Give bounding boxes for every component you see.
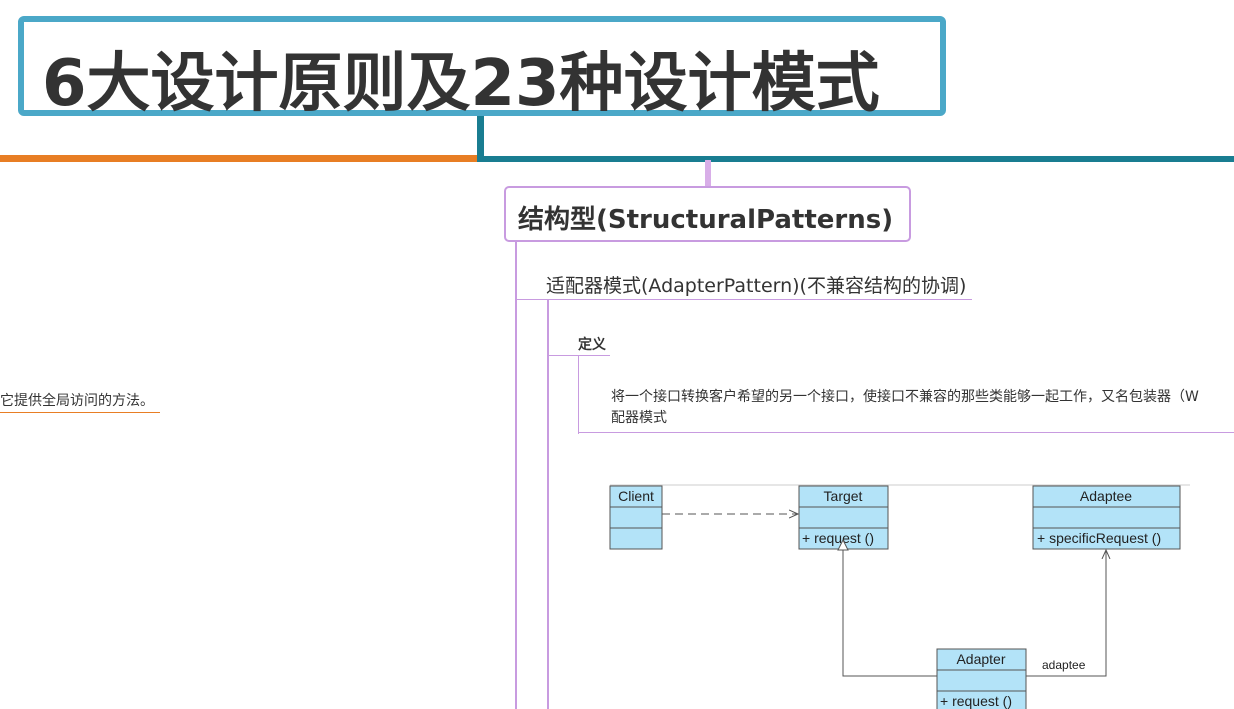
teal-branch-line (477, 156, 1234, 162)
left-branch-underline (0, 412, 160, 413)
uml-inheritance-arrow (843, 550, 937, 677)
structural-children-line (515, 242, 517, 709)
definition-topic[interactable]: 定义 (578, 334, 606, 354)
root-topic-title: 6大设计原则及23种设计模式 (42, 47, 880, 121)
adapter-pattern-topic[interactable]: 适配器模式(AdapterPattern)(不兼容结构的协调) (546, 271, 966, 298)
uml-class-adaptee-name: Adaptee (1080, 488, 1132, 504)
uml-class-target-method: + request () (802, 530, 874, 546)
definition-text-underline (579, 432, 1234, 433)
uml-association-label: adaptee (1042, 658, 1086, 672)
uml-class-client[interactable]: Client (609, 485, 663, 550)
adapter-children-line (547, 300, 549, 709)
uml-class-target[interactable]: Target + request () (798, 485, 889, 550)
left-branch-text[interactable]: 它提供全局访问的方法。 (0, 390, 154, 410)
uml-class-target-name: Target (824, 488, 863, 504)
structural-patterns-node[interactable]: 结构型(StructuralPatterns) (504, 186, 911, 242)
uml-class-adapter-name: Adapter (956, 651, 1005, 667)
definition-text-line-2: 配器模式 (611, 410, 667, 426)
uml-class-adaptee-method: + specificRequest () (1037, 530, 1161, 546)
definition-underline (548, 355, 610, 356)
uml-class-adapter-method: + request () (940, 693, 1012, 709)
uml-class-adapter[interactable]: Adapter + request () (936, 648, 1027, 709)
structural-connector (705, 160, 711, 188)
adapter-uml-diagram[interactable]: Client Target + request () Adaptee + spe… (600, 480, 1200, 709)
uml-class-client-name: Client (618, 488, 654, 504)
definition-children-line (578, 356, 579, 434)
structural-patterns-title: 结构型(StructuralPatterns) (518, 205, 894, 235)
definition-text[interactable]: 将一个接口转换客户希望的另一个接口，使接口不兼容的那些类能够一起工作，又名包装器… (611, 387, 1234, 429)
root-topic[interactable]: 6大设计原则及23种设计模式 (18, 16, 946, 121)
definition-text-line-1: 将一个接口转换客户希望的另一个接口，使接口不兼容的那些类能够一起工作，又名包装器… (611, 389, 1199, 405)
adapter-pattern-underline (516, 299, 972, 300)
orange-branch-line (0, 155, 480, 162)
uml-class-adaptee[interactable]: Adaptee + specificRequest () (1032, 485, 1181, 550)
